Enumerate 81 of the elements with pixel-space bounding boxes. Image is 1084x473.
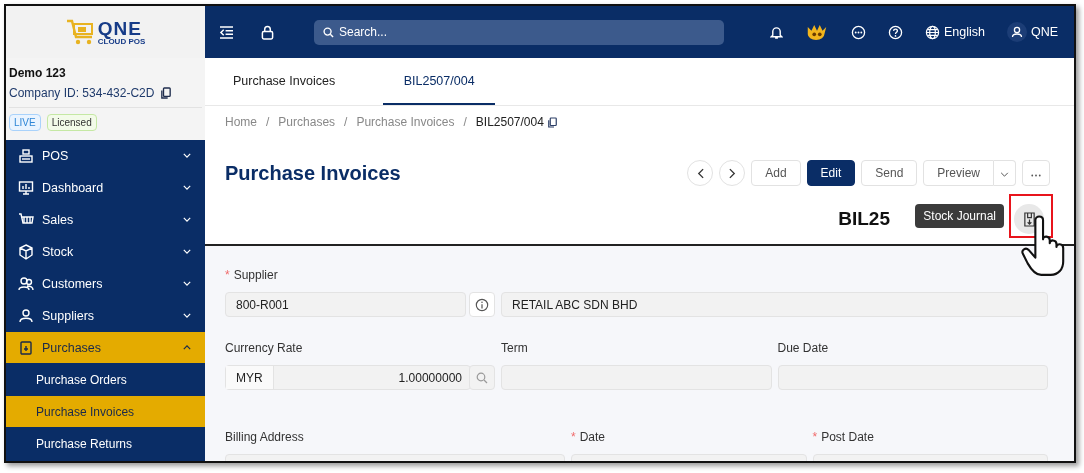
status-badge: Licensed [46,114,97,131]
globe-icon [924,24,940,40]
breadcrumb-separator: / [344,115,348,129]
language-button[interactable]: English [924,24,985,40]
user-icon [1006,22,1027,42]
chevron-left-icon [696,167,704,179]
caret-icon [1000,172,1009,177]
info-icon [475,297,489,312]
breadcrumb-link[interactable]: Purchases [278,115,336,129]
menu-item[interactable]: Stock [6,236,205,268]
copy-icon[interactable] [547,116,557,128]
chevron-icon [183,249,191,254]
field-label: Term [501,341,528,355]
field-label: Supplier [233,268,278,282]
user-button[interactable]: QNE [1006,22,1058,42]
menu-icon [18,339,34,356]
required-mark: * [812,430,818,444]
next-button[interactable] [719,160,746,186]
required-mark: * [571,430,576,444]
logo-title: QNE [97,18,143,38]
field-label: Billing Address [225,430,304,444]
company-name: Demo 123 [9,66,67,80]
cart-icon [65,18,96,46]
tooltip: Stock Journal [915,204,1004,228]
search-field[interactable]: Search... [314,19,724,45]
toolbar-button[interactable]: Add [751,160,801,186]
menu-item[interactable]: Purchases [6,332,205,364]
company-id: Company ID: 534-432-C2D [9,86,155,100]
menu-icon [18,147,34,164]
field-label: Due Date [777,341,829,355]
breadcrumb-link[interactable]: Home [225,115,257,129]
currency-rate-field[interactable]: MYR 1.00000000 [225,365,471,390]
chevron-icon [183,313,191,318]
breadcrumb-current: BIL2507/004 [475,115,544,129]
toolbar-button[interactable]: Send [861,160,918,186]
chevron-right-icon [728,167,736,179]
search-icon [323,26,334,38]
page-title: Purchase Invoices [225,161,401,185]
preview-button[interactable]: Preview [923,160,994,186]
breadcrumb-link[interactable]: Purchase Invoices [356,115,455,129]
document-number: BIL25 [838,208,890,230]
menu-icon [18,307,34,324]
menu-item[interactable]: Sales [6,204,205,236]
bell-icon[interactable] [769,24,783,40]
menu-item[interactable]: Dashboard [6,172,205,204]
menu-icon [18,275,34,292]
tab[interactable]: Purchase Invoices [225,58,344,105]
menu-icon [18,243,34,260]
required-mark: * [225,268,230,282]
menu-icon [18,179,34,196]
chevron-icon [183,217,191,222]
chevron-icon [183,153,191,158]
supplier-name-field[interactable]: RETAIL ABC SDN BHD [501,292,1048,317]
stock-journal-icon [1022,211,1036,227]
edit-button[interactable]: Edit [806,160,856,186]
breadcrumb-separator: / [463,115,467,129]
breadcrumb-separator: / [266,115,270,129]
submenu-item[interactable]: Purchase Invoices [6,396,205,428]
field-label: Post Date [821,430,874,444]
copy-icon[interactable] [161,87,172,99]
status-badge: LIVE [9,114,41,131]
search-placeholder: Search... [339,25,388,39]
menu-item[interactable]: Customers [6,268,205,300]
field-label: Date [579,430,606,444]
help-icon[interactable] [887,24,903,40]
chevron-icon [183,185,191,190]
menu-collapse-icon[interactable] [219,25,234,39]
chevron-icon [183,345,191,350]
more-icon [1030,174,1042,177]
info-button[interactable] [469,292,495,317]
supplier-code-field[interactable]: 800-R001 [225,292,466,317]
previous-button[interactable] [687,160,714,186]
currency-code: MYR [226,366,274,389]
chevron-icon [183,281,191,286]
field-label: Currency Rate [225,341,303,355]
chat-icon[interactable] [850,24,866,40]
menu-item[interactable]: POS [6,140,205,172]
lock-icon[interactable] [261,24,274,40]
rate-value: 1.00000000 [397,370,463,385]
search-icon [476,371,488,384]
tab[interactable]: BIL2507/004 [383,58,496,105]
